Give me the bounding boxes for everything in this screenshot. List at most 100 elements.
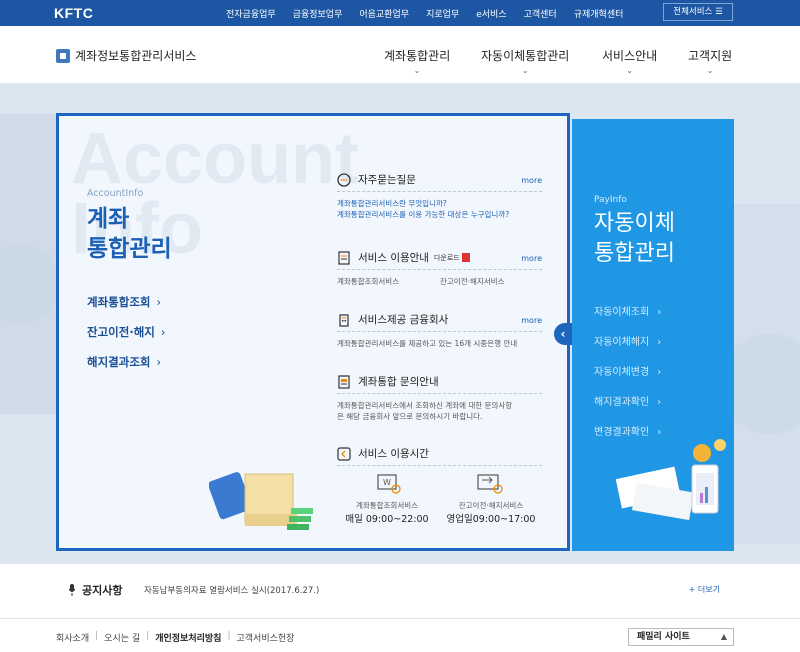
caret-up-icon: ▲: [720, 632, 727, 641]
chevron-down-icon: ⌄: [706, 66, 714, 75]
speech-bubble-icon: [337, 172, 351, 187]
microphone-icon: [68, 584, 76, 596]
svc1-time: 매일 09:00~22:00: [345, 514, 429, 525]
faq-title: 자주묻는질문: [358, 174, 416, 186]
chevron-right-icon: ›: [657, 337, 662, 348]
divider: [337, 191, 542, 192]
usage-guide-section: 서비스 이용안내 다운로드 more 계좌통합조회서비스 잔고이전·해지서비스: [337, 250, 542, 287]
inquiry-section: 계좌통합 문의안내 계좌통합관리서비스에서 조회하신 계좌에 대한 문의사항 은…: [337, 374, 542, 422]
svc2-time: 영업일09:00~17:00: [446, 514, 536, 525]
nav-service-guide[interactable]: 서비스안내 ⌄: [602, 47, 657, 76]
account-info-subtitle: AccountInfo: [87, 188, 144, 199]
institutions-section: 서비스제공 금융회사 more 계좌통합관리서비스를 제공하고 있는 16개 시…: [337, 312, 542, 349]
download-link[interactable]: 다운로드: [434, 253, 460, 263]
chevron-right-icon: ›: [657, 367, 662, 378]
footer-directions[interactable]: 오시는 길: [104, 631, 140, 644]
divider: [337, 269, 542, 270]
service-hours-title: 서비스 이용시간: [358, 448, 429, 460]
topnav-customer-center[interactable]: 고객센터: [524, 7, 557, 20]
panel-toggle-button[interactable]: ‹: [554, 323, 572, 345]
chevron-right-icon: ›: [156, 295, 162, 309]
usage-guide-more-link[interactable]: more: [521, 254, 542, 263]
notice-item-link[interactable]: 자동납부동의자료 열람서비스 실시(2017.6.27.): [144, 584, 319, 596]
notice-more-link[interactable]: + 더보기: [689, 584, 720, 595]
footer-about[interactable]: 회사소개: [56, 631, 89, 644]
faq-more-link[interactable]: more: [521, 176, 542, 185]
family-site-select[interactable]: 패밀리 사이트 ▲: [628, 628, 734, 646]
inquiry-title: 계좌통합 문의안내: [358, 376, 439, 388]
inquiry-text: 계좌통합관리서비스에서 조회하신 계좌에 대한 문의사항: [337, 401, 513, 410]
pay-info-panel: PayInfo 자동이체 통합관리 자동이체조회 › 자동이체해지 › 자동이체변경…: [572, 119, 734, 551]
pdf-icon[interactable]: [461, 253, 470, 262]
building-icon: [337, 313, 351, 327]
link-cancel-result-check[interactable]: 해지결과확인 ›: [594, 393, 661, 408]
notice-bar: 공지사항 자동납부동의자료 열람서비스 실시(2017.6.27.) + 더보기: [56, 574, 734, 604]
chevron-right-icon: ›: [156, 355, 162, 369]
footer-links: 회사소개 | 오시는 길 | 개인정보처리방침 | 고객서비스헌장: [56, 631, 294, 644]
monitor-search-icon: W: [377, 474, 401, 494]
guide-balance-transfer-link[interactable]: 잔고이전·해지서비스: [440, 276, 504, 287]
link-balance-transfer[interactable]: 잔고이전·해지 ›: [87, 324, 165, 340]
footer-separator: |: [146, 631, 150, 641]
account-info-title: 계좌 통합관리: [87, 206, 172, 262]
topnav-eservice[interactable]: e서비스: [476, 7, 506, 20]
faq-section: 자주묻는질문 more 계좌통합관리서비스란 무엇입니까? 계좌통합관리서비스를…: [337, 172, 542, 220]
institutions-title: 서비스제공 금융회사: [358, 314, 449, 326]
faq-item[interactable]: 계좌통합관리서비스를 이용 가능한 대상은 누구입니까?: [337, 209, 542, 220]
topnav-electronic-finance[interactable]: 전자금융업무: [226, 7, 276, 20]
chevron-down-icon: ⌄: [413, 66, 421, 75]
kftc-logo[interactable]: KFTC: [54, 5, 93, 21]
footer-privacy-policy[interactable]: 개인정보처리방침: [155, 631, 221, 644]
chevron-down-icon: ⌄: [521, 66, 529, 75]
top-utility-bar: KFTC 전자금융업무 금융정보업무 어음교환업무 지로업무 e서비스 고객센터…: [0, 0, 800, 26]
clock-icon: [337, 446, 351, 461]
bank-cards-illustration: [209, 472, 313, 530]
svc2-name: 잔고이전·해지서비스: [458, 501, 524, 510]
service-hours-section: 서비스 이용시간 W 계좌통합조회서비스 매일 09:00~22:00 잔고이전…: [337, 446, 542, 532]
guide-account-inquiry-link[interactable]: 계좌통합조회서비스: [337, 276, 440, 287]
site-header: 계좌정보통합관리서비스 계좌통합관리 ⌄ 자동이체통합관리 ⌄ 서비스안내 ⌄ …: [0, 26, 800, 84]
nav-autopay-management[interactable]: 자동이체통합관리 ⌄: [481, 47, 569, 76]
institutions-text[interactable]: 계좌통합관리서비스를 제공하고 있는 16개 시중은행 안내: [337, 338, 542, 349]
divider: [337, 393, 542, 394]
footer-service-charter[interactable]: 고객서비스헌장: [237, 631, 295, 644]
nav-account-management[interactable]: 계좌통합관리 ⌄: [384, 47, 450, 76]
topnav-regulation-reform[interactable]: 규제개혁센터: [574, 7, 624, 20]
nav-customer-support[interactable]: 고객지원 ⌄: [688, 47, 732, 76]
chevron-right-icon: ›: [160, 325, 166, 339]
transfer-cancel-icon: [477, 474, 503, 494]
link-autopay-cancel[interactable]: 자동이체해지 ›: [594, 333, 661, 348]
notice-label: 공지사항: [82, 584, 123, 597]
account-info-panel: Account Info AccountInfo 계좌 통합관리 계좌통합조회 ›…: [56, 113, 570, 551]
phone-receipts-illustration: [616, 439, 726, 521]
chevron-right-icon: ›: [657, 307, 662, 318]
divider: [337, 331, 542, 332]
top-nav: 전자금융업무 금융정보업무 어음교환업무 지로업무 e서비스 고객센터 규제개혁…: [226, 7, 640, 20]
link-account-inquiry[interactable]: 계좌통합조회 ›: [87, 294, 161, 310]
svc1-name: 계좌통합조회서비스: [355, 501, 419, 510]
link-autopay-change[interactable]: 자동이체변경 ›: [594, 363, 661, 378]
pay-info-subtitle: PayInfo: [594, 195, 627, 205]
link-autopay-inquiry[interactable]: 자동이체조회 ›: [594, 303, 661, 318]
topnav-financial-info[interactable]: 금융정보업무: [293, 7, 343, 20]
topnav-bill-exchange[interactable]: 어음교환업무: [359, 7, 409, 20]
site-footer: 회사소개 | 오시는 길 | 개인정보처리방침 | 고객서비스헌장 패밀리 사이…: [0, 618, 800, 652]
pay-info-title: 자동이체 통합관리: [594, 211, 675, 266]
institutions-more-link[interactable]: more: [521, 316, 542, 325]
document-edit-icon: [337, 374, 351, 389]
link-cancel-result[interactable]: 해지결과조회 ›: [87, 354, 161, 370]
chevron-right-icon: ›: [657, 397, 662, 408]
document-list-icon: [337, 250, 351, 265]
all-services-button[interactable]: 전체서비스 ☰: [663, 3, 733, 21]
link-change-result-check[interactable]: 변경결과확인 ›: [594, 423, 661, 438]
main-nav: 계좌통합관리 ⌄ 자동이체통합관리 ⌄ 서비스안내 ⌄ 고객지원 ⌄: [0, 47, 800, 77]
footer-separator: |: [227, 631, 231, 641]
topnav-giro[interactable]: 지로업무: [426, 7, 459, 20]
svg-text:W: W: [383, 478, 391, 487]
usage-guide-title: 서비스 이용안내: [358, 252, 429, 264]
chevron-left-icon: ‹: [560, 327, 566, 341]
inquiry-text: 은 해당 금융회사 앞으로 문의하시기 바랍니다.: [337, 412, 483, 421]
footer-separator: |: [95, 631, 99, 641]
divider: [337, 465, 542, 466]
faq-item[interactable]: 계좌통합관리서비스란 무엇입니까?: [337, 198, 542, 209]
